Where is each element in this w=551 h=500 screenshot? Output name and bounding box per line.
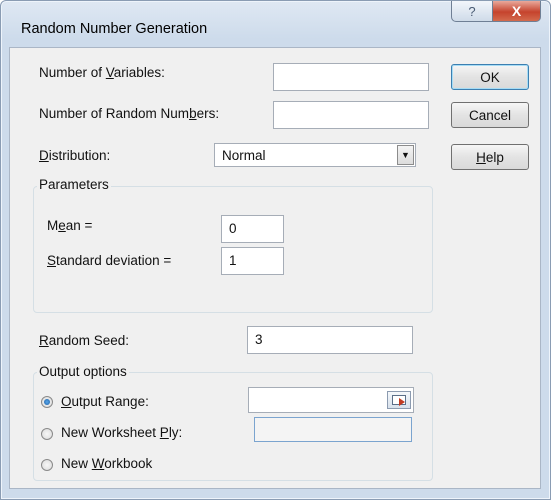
output-range-label[interactable]: Output Range: xyxy=(61,394,149,409)
range-select-icon[interactable] xyxy=(387,391,411,409)
new-workbook-label[interactable]: New Workbook xyxy=(61,456,152,471)
distribution-value: Normal xyxy=(222,148,266,163)
distribution-label: Distribution: xyxy=(39,148,111,163)
new-worksheet-ply-label[interactable]: New Worksheet Ply: xyxy=(61,425,182,440)
dialog-title: Random Number Generation xyxy=(21,21,208,37)
mean-label: Mean = xyxy=(47,218,93,233)
new-worksheet-ply-radio[interactable] xyxy=(41,428,53,440)
new-worksheet-ply-input[interactable] xyxy=(254,417,412,442)
num-random-input[interactable] xyxy=(273,101,429,129)
parameters-title: Parameters xyxy=(37,177,111,192)
std-dev-input[interactable]: 1 xyxy=(221,247,284,275)
output-range-radio[interactable] xyxy=(41,396,53,408)
cancel-button[interactable]: Cancel xyxy=(451,102,529,128)
num-random-label: Number of Random Numbers: xyxy=(39,106,220,121)
ok-button[interactable]: OK xyxy=(451,64,529,90)
distribution-select[interactable]: Normal ▼ xyxy=(214,143,416,167)
chevron-down-icon[interactable]: ▼ xyxy=(397,145,414,165)
std-dev-label: Standard deviation = xyxy=(47,253,172,268)
random-seed-label: Random Seed: xyxy=(39,333,130,348)
num-variables-label: Number of Variables: xyxy=(39,65,165,80)
new-workbook-radio[interactable] xyxy=(41,459,53,471)
random-seed-input[interactable]: 3 xyxy=(247,326,413,354)
num-variables-input[interactable] xyxy=(273,63,429,91)
help-button[interactable]: Help xyxy=(451,144,529,170)
mean-input[interactable]: 0 xyxy=(221,215,284,243)
help-caption-button[interactable]: ? xyxy=(451,1,493,22)
output-options-title: Output options xyxy=(37,364,129,379)
close-button[interactable]: X xyxy=(492,1,541,22)
